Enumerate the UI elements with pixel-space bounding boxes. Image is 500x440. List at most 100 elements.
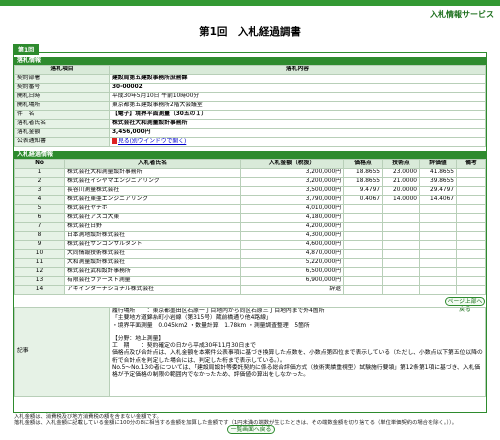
bid-cell: 3 [14, 186, 65, 196]
bid-cell: 7 [14, 222, 65, 232]
bid-row: 12 株式会社武和設計事務所 6,500,000円 [14, 267, 486, 277]
bid-cell: 辞退 [240, 285, 344, 295]
winner-row-label: 公表通知書 [14, 137, 110, 147]
bid-table: No 入札者氏名 入札金額（税抜） 価格点 技術点 評価値 備考 1 株式会社大和測量設計事務… [14, 159, 486, 295]
top-bar [0, 0, 500, 6]
bid-cell: 12 [14, 267, 65, 277]
winner-row: 公表通知書 見る(別ウインドウで開く) [14, 137, 486, 147]
bid-cell: 3,200,000円 [240, 168, 344, 178]
bid-cell [456, 249, 486, 259]
bid-cell [343, 213, 383, 223]
bid-cell [456, 177, 486, 187]
winner-row-value: 株式会社大和測量設計事務所 [109, 119, 486, 129]
bid-cell: 14.0000 [382, 195, 420, 205]
bid-col-header: 入札金額（税抜） [240, 159, 344, 169]
winner-row-label: 開札場所 [14, 101, 110, 111]
bid-cell: 23.0000 [382, 168, 420, 178]
bid-cell [456, 231, 486, 241]
bid-cell: 10 [14, 249, 65, 259]
bid-cell: 39.8655 [419, 177, 457, 187]
bid-cell [419, 231, 457, 241]
bid-cell: 2 [14, 177, 65, 187]
bid-cell: 3,790,000円 [240, 195, 344, 205]
winner-row: 契約番号 30-00002 [14, 83, 486, 93]
winner-row-label: 件 名 [14, 110, 110, 120]
remarks-label: 記事 [14, 307, 110, 397]
page-top-button[interactable]: ページ上部へ戻る [445, 297, 485, 313]
winner-section-header: 落札情報 [14, 57, 486, 65]
back-to-list-button[interactable]: 一覧画面へ戻る [227, 425, 275, 434]
bid-row: 10 大同情報技術株式会社 4,870,000円 [14, 249, 486, 259]
winner-table: 落札項目 落札内容 契約部署 建設局第五建設事務所庶務課 契約番号 30-00002 開… [14, 65, 486, 147]
bid-cell [382, 213, 420, 223]
bid-row: 9 株式会社サンコンサルタント 4,600,000円 [14, 240, 486, 250]
bid-cell [456, 186, 486, 196]
bid-cell [382, 285, 420, 295]
bid-cell: 4,870,000円 [240, 249, 344, 259]
bid-cell [419, 258, 457, 268]
bid-cell: 41.8655 [419, 168, 457, 178]
winner-row-value: 30-00002 [109, 83, 486, 93]
bid-cell: 株式会社大和測量設計事務所 [64, 168, 241, 178]
bid-cell: 5 [14, 204, 65, 214]
bid-cell: 4,180,000円 [240, 213, 344, 223]
remarks-line: ・境界平面測量 0.045km2 ・数量計算 1.78km ・測量調査整理 5箇… [112, 322, 310, 329]
winner-row-value: 建設局第五建設事務所庶務課 [109, 74, 486, 84]
winner-row: 落札金額 3,456,000円 [14, 128, 486, 138]
bid-cell [456, 285, 486, 295]
bid-row: 13 有限会社ファースト測量 6,900,000円 [14, 276, 486, 286]
bid-cell: 長谷川測量株式会社 [64, 186, 241, 196]
bid-row: 1 株式会社大和測量設計事務所 3,200,000円 18.8655 23.0000 41… [14, 168, 486, 178]
bid-cell: 3,200,000円 [240, 177, 344, 187]
bid-cell [419, 276, 457, 286]
bid-cell: 株式会社東亜エンジニアリング [64, 195, 241, 205]
notice-link[interactable]: 見る(別ウインドウで開く) [118, 139, 186, 145]
bid-cell [456, 195, 486, 205]
bid-cell [456, 168, 486, 178]
bid-cell [382, 249, 420, 259]
bid-cell [382, 204, 420, 214]
bid-cell [419, 249, 457, 259]
bid-cell [419, 285, 457, 295]
bid-cell: 3,500,000円 [240, 186, 344, 196]
bid-cell: 株式会社アスコ大東 [64, 213, 241, 223]
bid-row: 2 株式会社イシヤマエンジニアリング 3,200,000円 18.8655 21.000… [14, 177, 486, 187]
bid-cell: 大同情報技術株式会社 [64, 249, 241, 259]
bid-cell [456, 222, 486, 232]
service-name: 入札情報サービス [430, 10, 494, 19]
bid-cell: 4,010,000円 [240, 204, 344, 214]
winner-row: 契約部署 建設局第五建設事務所庶務課 [14, 74, 486, 84]
bid-cell: 18.8655 [343, 177, 383, 187]
bid-cell: 21.0000 [382, 177, 420, 187]
bid-cell: 20.0000 [382, 186, 420, 196]
bid-cell: 13 [14, 276, 65, 286]
bid-cell [343, 240, 383, 250]
bid-cell [456, 267, 486, 277]
winner-row-value: 3,456,000円 [109, 128, 486, 138]
bid-cell: 6,500,000円 [240, 267, 344, 277]
bid-cell [419, 204, 457, 214]
bid-cell: 株式会社イシヤマエンジニアリング [64, 177, 241, 187]
winner-row: 落札者氏名 株式会社大和測量設計事務所 [14, 119, 486, 129]
remarks-content: 履行場所 ：東京都墨田区石原一丁目地内から同区石原三丁目地内まで外4箇所 「主要地… [109, 307, 486, 397]
bid-cell: 14 [14, 285, 65, 295]
bid-cell: 日本測地設計株式会社 [64, 231, 241, 241]
winner-col-content: 落札内容 [109, 65, 486, 75]
bid-cell: アキインターナショナル株式会社 [64, 285, 241, 295]
bid-col-header: 備考 [456, 159, 486, 169]
bid-col-header: No [14, 159, 65, 169]
bid-row: 8 日本測地設計株式会社 4,300,000円 [14, 231, 486, 241]
bid-cell: 大和測量設計株式会社 [64, 258, 241, 268]
bid-cell: 4 [14, 195, 65, 205]
winner-row-value: 東京都第五建設事務所2階大会議室 [109, 101, 486, 111]
bid-col-header: 技術点 [382, 159, 420, 169]
bid-cell: 5,220,000円 [240, 258, 344, 268]
bid-cell: 14.4067 [419, 195, 457, 205]
notice-cell: 見る(別ウインドウで開く) [109, 137, 486, 147]
bid-row: 5 株式会社ヤチホ 4,010,000円 [14, 204, 486, 214]
page-title: 第1回 入札経過調書 [199, 26, 301, 38]
bid-cell: 4,200,000円 [240, 222, 344, 232]
bid-cell [419, 222, 457, 232]
winner-row-label: 開札日時 [14, 92, 110, 102]
bid-cell: 9 [14, 240, 65, 250]
